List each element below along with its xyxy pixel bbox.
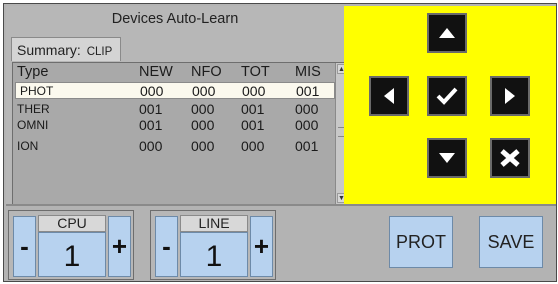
row-mis: 001 [296,83,320,99]
bottom-bar: - CPU 1 + - LINE 1 + PROT SAVE [6,204,556,280]
devices-list[interactable]: Type NEW NFO TOT MIS PHOT 000 000 000 00… [12,62,348,205]
panel-title: Devices Auto-Learn [111,11,239,27]
row-tot: 001 [241,117,265,133]
right-arrow-icon [505,88,515,104]
nav-panel [344,6,556,204]
cpu-value[interactable]: 1 [38,232,106,277]
row-nfo: 000 [191,101,215,117]
line-plus-button[interactable]: + [250,216,273,277]
table-row-selected[interactable]: PHOT 000 000 000 001 [15,82,335,99]
table-row[interactable]: ION 000 000 000 001 [13,138,335,155]
row-type: THER [17,102,50,116]
list-header: Type NEW NFO TOT MIS [13,64,335,81]
left-arrow-icon [384,88,394,104]
check-icon [436,87,458,105]
row-mis: 001 [295,138,319,154]
line-minus-button[interactable]: - [155,216,178,277]
nav-confirm-button[interactable] [427,76,467,116]
row-tot: 001 [241,101,265,117]
row-mis: 000 [295,101,319,117]
up-arrow-icon [439,28,455,38]
row-tot: 000 [242,83,266,99]
summary-tab[interactable]: Summary: CLIP [11,37,121,61]
row-nfo: 000 [192,83,216,99]
row-new: 000 [140,83,164,99]
nav-left-button[interactable] [369,76,409,116]
table-row[interactable]: OMNI 001 000 001 000 [13,117,335,134]
nav-down-button[interactable] [427,138,467,178]
line-label: LINE [180,215,248,232]
cancel-x-icon [500,149,520,167]
cpu-minus-button[interactable]: - [13,216,36,277]
column-header-nfo: NFO [191,64,222,80]
column-header-mis: MIS [295,64,321,80]
save-button[interactable]: SAVE [479,216,543,268]
row-nfo: 000 [191,138,215,154]
row-new: 000 [139,138,163,154]
row-new: 001 [139,101,163,117]
summary-value: CLIP [86,46,113,58]
summary-label: Summary: [17,42,81,58]
row-type: ION [17,139,39,153]
row-new: 001 [139,117,163,133]
row-type: OMNI [17,118,49,132]
line-stepper: - LINE 1 + [150,210,276,280]
column-header-new: NEW [139,64,173,80]
row-mis: 000 [295,117,319,133]
prot-button[interactable]: PROT [389,216,453,268]
cpu-plus-button[interactable]: + [108,216,131,277]
down-arrow-icon [439,153,455,163]
row-tot: 000 [241,138,265,154]
row-nfo: 000 [191,117,215,133]
cpu-label: CPU [38,215,106,232]
cpu-stepper: - CPU 1 + [8,210,134,280]
column-header-tot: TOT [241,64,270,80]
devices-panel: Devices Auto-Learn Summary: CLIP Type NE… [6,6,348,205]
column-header-type: Type [17,64,49,80]
nav-right-button[interactable] [490,76,530,116]
nav-up-button[interactable] [427,13,467,53]
line-value[interactable]: 1 [180,232,248,277]
row-type: PHOT [20,84,54,98]
nav-cancel-button[interactable] [490,138,530,178]
table-row[interactable]: THER 001 000 001 000 [13,101,335,118]
